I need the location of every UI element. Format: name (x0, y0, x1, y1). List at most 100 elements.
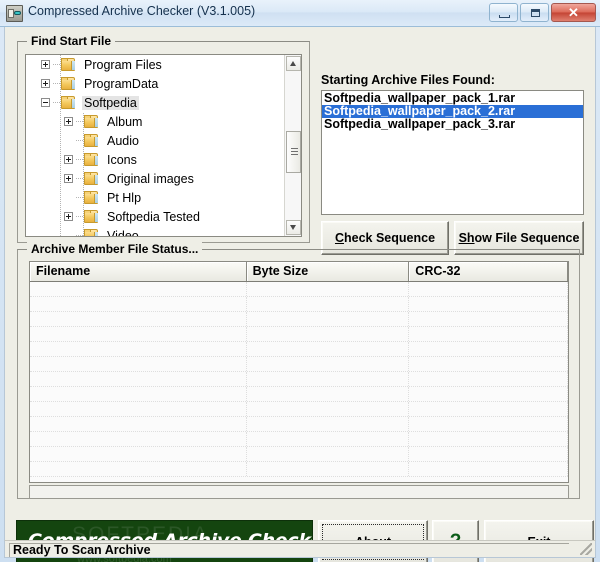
window-title: Compressed Archive Checker (V3.1.005) (28, 4, 256, 18)
folder-icon (61, 77, 77, 90)
expand-node-icon[interactable] (64, 212, 73, 221)
folder-icon (84, 210, 100, 223)
tree-connector-line (53, 64, 60, 65)
find-start-file-label: Find Start File (27, 34, 116, 48)
folder-icon (84, 153, 100, 166)
resize-grip-icon[interactable] (580, 543, 592, 555)
table-cell (247, 342, 410, 356)
table-cell (409, 417, 568, 431)
table-cell (247, 282, 410, 296)
table-row[interactable] (30, 462, 568, 477)
archive-app-icon (6, 5, 23, 22)
table-row[interactable] (30, 297, 568, 312)
table-row[interactable] (30, 417, 568, 432)
table-row[interactable] (30, 357, 568, 372)
table-cell (409, 432, 568, 446)
tree-connector-line (76, 159, 83, 160)
tree-connector-line (76, 140, 83, 141)
folder-tree-view[interactable]: Program Files ProgramData Softpedia Album Au… (25, 54, 302, 237)
table-row[interactable] (30, 387, 568, 402)
column-header-filename[interactable]: Filename (30, 262, 247, 281)
expand-node-icon[interactable] (41, 60, 50, 69)
archive-files-listbox[interactable]: Softpedia_wallpaper_pack_1.rar Softpedia_… (321, 90, 584, 215)
close-icon: ✕ (568, 5, 579, 20)
tree-item[interactable]: Softpedia Tested (26, 207, 284, 226)
table-row[interactable] (30, 402, 568, 417)
tree-item[interactable]: Video (26, 226, 284, 236)
minimize-icon (499, 15, 510, 18)
tree-item-label: Icons (107, 152, 137, 167)
tree-connector-line (76, 178, 83, 179)
table-cell (409, 282, 568, 296)
table-row[interactable] (30, 312, 568, 327)
tree-item[interactable]: Softpedia (26, 93, 284, 112)
minimize-button[interactable] (489, 3, 518, 22)
table-row[interactable] (30, 447, 568, 462)
tree-item-label: Album (107, 114, 143, 129)
close-button[interactable]: ✕ (551, 3, 596, 22)
check-sequence-accel: C (334, 231, 344, 245)
scroll-down-arrow-icon[interactable] (286, 220, 301, 235)
table-cell (30, 447, 247, 461)
tree-item-label: Audio (107, 133, 139, 148)
table-cell (247, 387, 410, 401)
table-row[interactable] (30, 282, 568, 297)
archive-member-grid[interactable]: Filename Byte Size CRC-32 (29, 261, 569, 483)
window-controls: ✕ (489, 3, 596, 22)
archive-list-item[interactable]: Softpedia_wallpaper_pack_3.rar (322, 118, 583, 131)
collapse-node-icon[interactable] (41, 98, 50, 107)
expand-node-icon[interactable] (41, 79, 50, 88)
scrollbar-thumb[interactable] (286, 131, 301, 173)
tree-item-label: Program Files (84, 57, 162, 72)
archive-file-list: Softpedia_wallpaper_pack_1.rar Softpedia_… (322, 92, 583, 131)
table-row[interactable] (30, 327, 568, 342)
table-cell (30, 372, 247, 386)
column-header-byte-size[interactable]: Byte Size (246, 262, 410, 281)
folder-icon (84, 172, 100, 185)
tree-item[interactable]: Album (26, 112, 284, 131)
title-bar: Compressed Archive Checker (V3.1.005) ✕ (0, 0, 600, 27)
tree-item[interactable]: Original images (26, 169, 284, 188)
table-cell (247, 447, 410, 461)
table-cell (247, 402, 410, 416)
column-header-crc32[interactable]: CRC-32 (409, 262, 568, 281)
client-area: Find Start File Program Files ProgramData… (4, 27, 596, 562)
maximize-icon (531, 9, 540, 17)
tree-item[interactable]: Audio (26, 131, 284, 150)
tree-item-label: ProgramData (84, 76, 159, 91)
table-cell (30, 327, 247, 341)
table-cell (409, 462, 568, 476)
table-cell (247, 372, 410, 386)
tree-item[interactable]: Pt Hlp (26, 188, 284, 207)
archive-member-status-label: Archive Member File Status... (27, 242, 203, 256)
table-cell (30, 282, 247, 296)
table-cell (247, 432, 410, 446)
table-cell (409, 327, 568, 341)
folder-icon (84, 191, 100, 204)
table-cell (30, 432, 247, 446)
maximize-button[interactable] (520, 3, 549, 22)
table-cell (247, 417, 410, 431)
tree-vertical-scrollbar[interactable] (284, 55, 301, 236)
table-cell (30, 297, 247, 311)
table-row[interactable] (30, 342, 568, 357)
table-cell (30, 417, 247, 431)
tree-connector-line (76, 197, 83, 198)
grid-horizontal-scrollbar[interactable] (29, 485, 569, 499)
table-row[interactable] (30, 432, 568, 447)
tree-item-label: Video (107, 228, 139, 237)
tree-item[interactable]: Icons (26, 150, 284, 169)
table-cell (247, 312, 410, 326)
folder-icon (84, 115, 100, 128)
table-cell (409, 297, 568, 311)
expand-node-icon[interactable] (64, 155, 73, 164)
tree-item[interactable]: Program Files (26, 55, 284, 74)
expand-node-icon[interactable] (64, 117, 73, 126)
table-cell (30, 462, 247, 476)
show-file-sequence-accel: Sh (458, 231, 475, 245)
table-cell (409, 402, 568, 416)
expand-node-icon[interactable] (64, 174, 73, 183)
scroll-up-arrow-icon[interactable] (286, 56, 301, 71)
table-row[interactable] (30, 372, 568, 387)
tree-item[interactable]: ProgramData (26, 74, 284, 93)
